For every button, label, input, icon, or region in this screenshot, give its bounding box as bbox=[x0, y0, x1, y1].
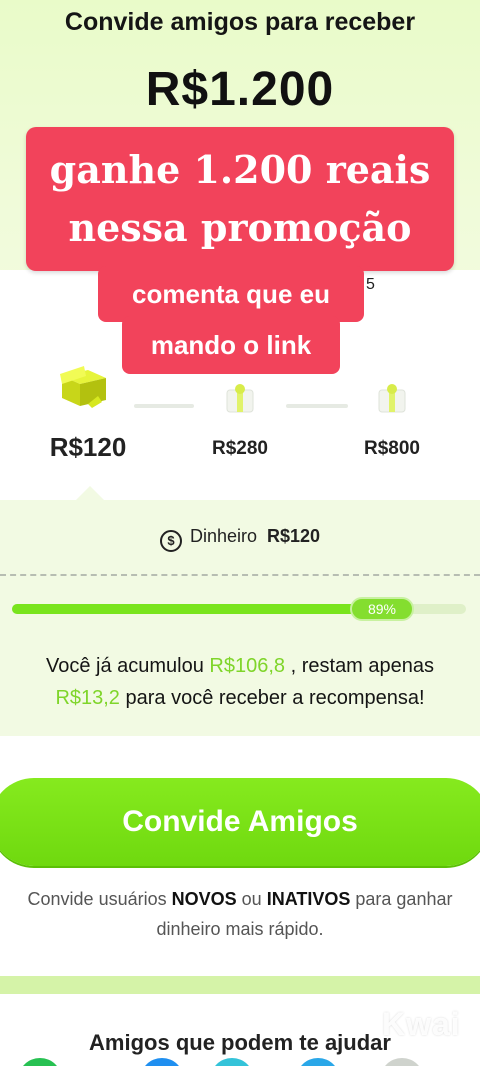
share-app-icon[interactable] bbox=[210, 1058, 254, 1066]
hint-inactive: INATIVOS bbox=[266, 889, 351, 909]
share-app-icon[interactable] bbox=[140, 1058, 184, 1066]
dashed-divider bbox=[0, 574, 480, 576]
accum-amount: R$106,8 bbox=[209, 655, 286, 677]
partial-text: 5 bbox=[366, 276, 375, 293]
hint-new: NOVOS bbox=[171, 889, 237, 909]
dollar-coin-icon: $ bbox=[159, 530, 182, 552]
section-separator bbox=[0, 976, 480, 994]
selected-step-pointer bbox=[76, 486, 104, 500]
gift-box-open-icon bbox=[60, 366, 106, 408]
share-app-icon[interactable] bbox=[296, 1058, 340, 1066]
page-title: Convide amigos para receber bbox=[64, 8, 416, 36]
accum-prefix: Você já acumulou bbox=[45, 655, 204, 677]
progress-fill bbox=[12, 604, 360, 614]
reward-type-label: Dinheiro bbox=[189, 526, 257, 546]
step-connector-2 bbox=[286, 404, 348, 408]
gift-box-icon bbox=[226, 384, 254, 413]
accum-middle: , restam apenas bbox=[290, 655, 435, 677]
share-app-icon[interactable] bbox=[18, 1058, 62, 1066]
accumulated-text: Você já acumulou R$106,8 , restam apenas… bbox=[0, 650, 480, 714]
promo-line-1: ganhe 1.200 reais bbox=[49, 147, 431, 192]
hint-text-2: ou bbox=[241, 889, 262, 909]
accum-suffix: para você receber a recompensa! bbox=[125, 687, 425, 709]
invite-hint: Convide usuários NOVOS ou INATIVOS para … bbox=[0, 884, 480, 944]
step-label-2[interactable]: R$280 bbox=[190, 438, 290, 460]
remaining-amount: R$13,2 bbox=[55, 687, 120, 709]
promo-caption: ganhe 1.200 reais nessa promoção bbox=[26, 127, 454, 271]
hint-text-3: para ganhar bbox=[355, 889, 453, 909]
total-reward-amount: R$1.200 bbox=[145, 63, 335, 116]
step-connector-1 bbox=[134, 404, 194, 408]
hint-text-1: Convide usuários bbox=[27, 889, 167, 909]
promo-line-2: nessa promoção bbox=[68, 205, 412, 250]
comment-caption-1: comenta que eu bbox=[98, 266, 364, 322]
step-label-3[interactable]: R$800 bbox=[342, 438, 442, 460]
hint-line-2: dinheiro mais rápido. bbox=[156, 919, 324, 939]
invite-friends-button[interactable]: Convide Amigos bbox=[0, 778, 480, 866]
comment-caption-2: mando o link bbox=[122, 316, 340, 374]
reward-type-row: $ Dinheiro R$120 bbox=[0, 526, 480, 552]
share-app-icon[interactable] bbox=[380, 1058, 424, 1066]
gift-box-icon bbox=[378, 384, 406, 413]
progress-percent-badge: 89% bbox=[350, 597, 414, 621]
kwai-watermark: Kwai bbox=[382, 1006, 461, 1042]
reward-value: R$120 bbox=[267, 526, 321, 546]
step-label-1[interactable]: R$120 bbox=[30, 432, 146, 463]
